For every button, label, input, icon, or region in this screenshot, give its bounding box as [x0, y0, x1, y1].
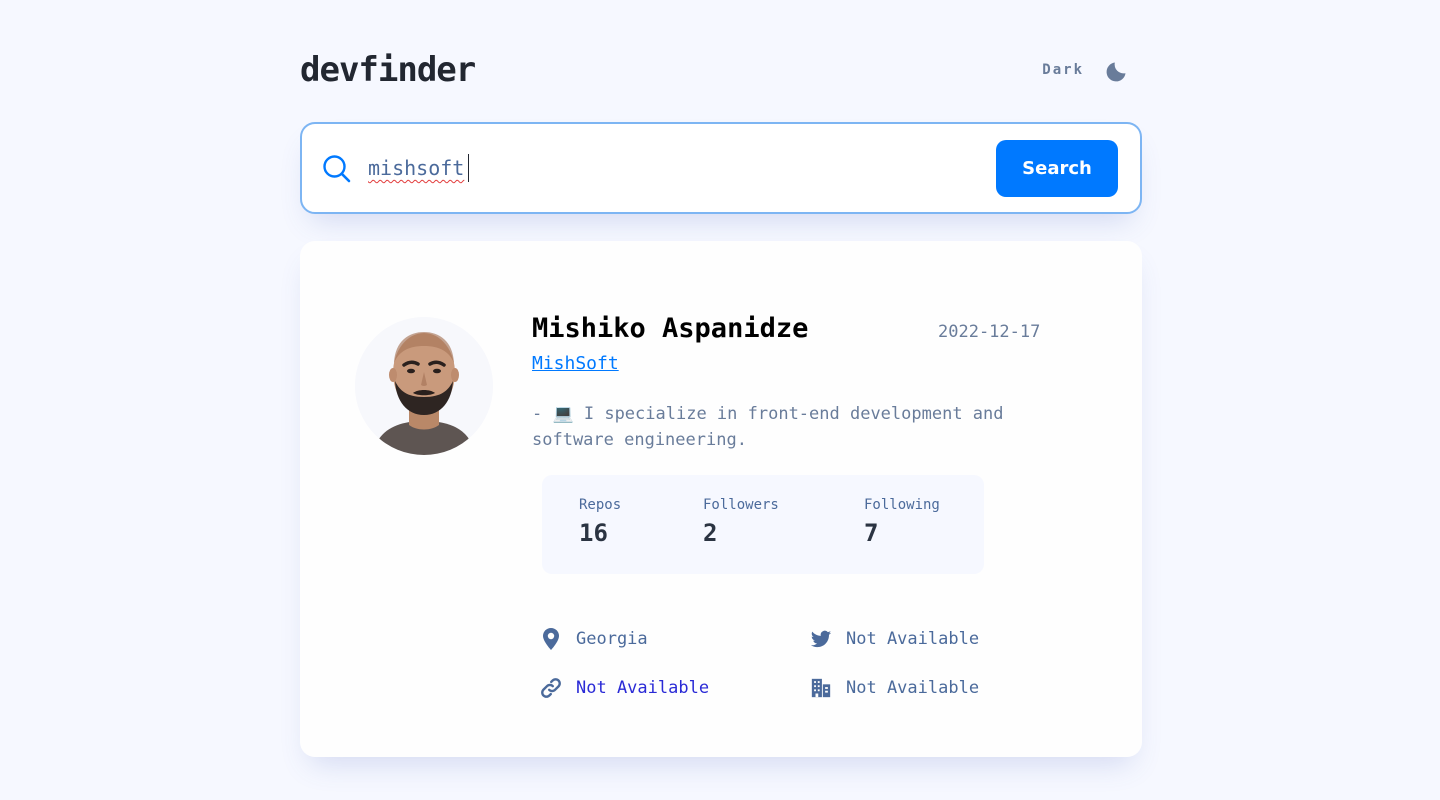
profile-card: Mishiko Aspanidze 2022-12-17 MishSoft - … — [300, 241, 1142, 757]
moon-icon — [1106, 58, 1130, 82]
twitter-text: Not Available — [846, 629, 980, 649]
location-item: Georgia — [540, 627, 648, 651]
company-text: Not Available — [846, 678, 980, 698]
company-icon — [810, 676, 832, 700]
app-logo: devfinder — [300, 50, 476, 90]
link-icon — [540, 676, 562, 700]
theme-toggle-label: Dark — [1042, 62, 1084, 78]
avatar — [355, 317, 493, 455]
text-caret — [468, 154, 469, 182]
twitter-item: Not Available — [810, 627, 979, 651]
joined-date: 2022-12-17 — [938, 322, 1041, 342]
blog-item: Not Available — [540, 676, 709, 700]
search-input[interactable]: mishsoft — [368, 156, 464, 180]
company-item: Not Available — [810, 676, 979, 700]
stat-followers-label: Followers — [703, 497, 779, 513]
profile-bio: - 💻 I specialize in front-end developmen… — [532, 404, 1004, 450]
stat-followers-value: 2 — [703, 519, 718, 547]
stat-repos-label: Repos — [579, 497, 622, 513]
stat-following-label: Following — [864, 497, 940, 513]
blog-link[interactable]: Not Available — [576, 678, 709, 698]
search-bar: mishsoft Search — [300, 122, 1142, 214]
location-text: Georgia — [576, 629, 648, 649]
header: devfinder Dark — [300, 48, 1140, 98]
theme-toggle[interactable]: Dark — [1042, 58, 1130, 82]
twitter-icon — [810, 627, 832, 651]
stat-followers: Followers 2 — [703, 497, 779, 547]
search-button[interactable]: Search — [996, 140, 1118, 197]
stat-repos: Repos 16 — [579, 497, 621, 547]
location-icon — [540, 627, 562, 651]
stats-panel: Repos 16 Followers 2 Following 7 — [542, 475, 984, 574]
profile-name: Mishiko Aspanidze — [532, 313, 809, 344]
stat-following-value: 7 — [864, 519, 879, 547]
stat-repos-value: 16 — [579, 519, 608, 547]
profile-username-link[interactable]: MishSoft — [532, 353, 619, 374]
stat-following: Following 7 — [864, 497, 940, 547]
